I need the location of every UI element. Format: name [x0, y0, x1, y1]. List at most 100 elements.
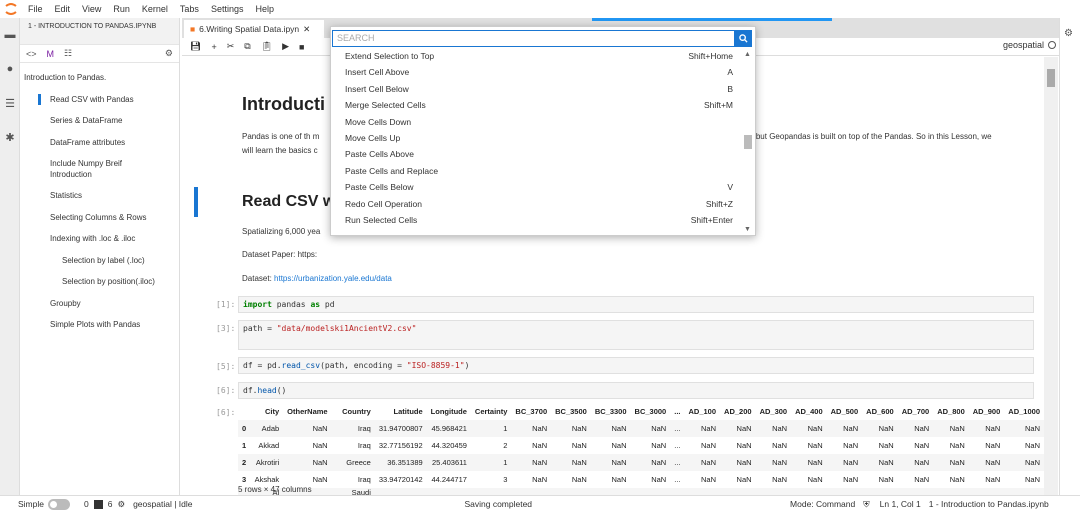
command-label: Insert Cell Above [345, 67, 410, 78]
table-cell: NaN [1024, 424, 1040, 433]
palette-command-item[interactable]: Run Selected Cells Shift+Enter [331, 212, 743, 228]
simple-mode-toggle[interactable] [47, 498, 70, 510]
toc-icon[interactable]: ☰ [0, 86, 20, 120]
save-icon[interactable]: 💾︎ [190, 41, 201, 52]
table-cell: NaN [701, 441, 717, 450]
table-cell: NaN [651, 475, 667, 484]
menu-tabs[interactable]: Tabs [174, 0, 205, 18]
table-header-cell: AD_700 [901, 407, 930, 416]
toc-item[interactable]: Selection by position(.iloc) [20, 271, 179, 293]
close-icon[interactable]: ✕ [303, 24, 310, 35]
add-cell-icon[interactable]: + [211, 42, 216, 52]
numbering-icon[interactable]: ☷ [64, 48, 72, 59]
cursor-position[interactable]: Ln 1, Col 1 [880, 499, 921, 509]
table-cell: Iraq [357, 424, 371, 433]
terminal-icon[interactable] [93, 499, 103, 509]
table-cell: NaN [312, 458, 328, 467]
stop-icon[interactable]: ■ [299, 42, 304, 52]
code-keyword: as [310, 300, 321, 309]
toc-item[interactable]: Series & DataFrame [20, 110, 179, 132]
toc-item[interactable]: Include Numpy Breif Introduction [20, 153, 179, 185]
table-cell: NaN [898, 488, 934, 496]
table-cell: NaN [843, 424, 859, 433]
notebook-tab[interactable]: ■ 6.Writing Spatial Data.ipyn ✕ [184, 20, 324, 38]
settings-icon[interactable]: ⚙ [165, 48, 173, 59]
palette-command-item[interactable]: Redo Cell Operation Shift+Z [331, 196, 743, 212]
code-cell[interactable]: df.head() [238, 382, 1034, 399]
code-text: () [276, 386, 287, 395]
toc-item[interactable]: Selecting Columns & Rows [20, 207, 179, 229]
toc-item[interactable]: Introduction to Pandas. [20, 67, 179, 89]
palette-command-item[interactable]: Paste Cells and Replace [331, 163, 743, 179]
property-inspector-icon[interactable]: ⚙ [1060, 18, 1080, 49]
toc-item[interactable]: Indexing with .loc & .iloc [20, 228, 179, 250]
toc-item-active[interactable]: Read CSV with Pandas [20, 89, 179, 111]
intro-text: will learn the basics c [242, 146, 318, 155]
table-of-contents: 1 - INTRODUCTION TO PANDAS.IPYNB <> M ☷ … [20, 18, 180, 495]
palette-scroll-thumb[interactable] [744, 135, 752, 149]
heading-introduction: Introducti [242, 94, 325, 114]
kernel-indicator[interactable]: geospatial [1003, 40, 1056, 50]
code-toggle-icon[interactable]: <> [26, 49, 37, 59]
palette-command-item[interactable]: Merge Selected Cells Shift+M [331, 97, 743, 113]
table-cell: NaN [532, 441, 548, 450]
code-text: ) [464, 361, 470, 370]
markdown-toggle-icon[interactable]: M [47, 49, 55, 59]
palette-search-input[interactable]: SEARCH [332, 30, 735, 47]
dataset-link[interactable]: https://urbanization.yale.edu/data [274, 274, 392, 283]
menu-view[interactable]: View [76, 0, 107, 18]
table-cell: 1 [242, 441, 247, 450]
copy-icon[interactable]: ⧉ [244, 41, 250, 52]
code-function: read_csv [281, 361, 321, 370]
toc-item[interactable]: Selection by label (.loc) [20, 250, 179, 272]
kernel-icon[interactable]: ⚙ [117, 499, 125, 510]
palette-command-item[interactable]: Paste Cells Above [331, 146, 743, 162]
palette-scrollbar[interactable]: ▲ ▼ [743, 51, 753, 233]
dataframe-table: City OtherName Country Latitude Longitude Cer… [238, 403, 1044, 495]
toc-item[interactable]: DataFrame attributes [20, 132, 179, 154]
menu-run[interactable]: Run [107, 0, 136, 18]
command-label: Paste Cells Above [345, 149, 414, 160]
kernel-status[interactable]: geospatial | Idle [133, 499, 192, 509]
table-cell: NaN [791, 488, 827, 496]
palette-command-item[interactable]: Insert Cell Below B [331, 81, 743, 97]
command-label: Run Selected Cells [345, 214, 418, 225]
palette-command-item[interactable]: Move Cells Up [331, 130, 743, 146]
table-cell: NaN [591, 488, 631, 496]
menu-edit[interactable]: Edit [49, 0, 77, 18]
table-cell: Akrotiri [255, 458, 280, 467]
menu-settings[interactable]: Settings [205, 0, 250, 18]
table-cell: NaN [827, 488, 863, 496]
folder-icon[interactable]: ▬ [0, 18, 20, 52]
toc-item[interactable]: Simple Plots with Pandas [20, 314, 179, 336]
toc-item[interactable]: Groupby [20, 293, 179, 315]
toc-item[interactable]: Statistics [20, 185, 179, 207]
menu-file[interactable]: File [22, 0, 49, 18]
scroll-down-icon[interactable]: ▼ [744, 226, 751, 233]
running-icon[interactable]: ● [0, 52, 20, 86]
extension-icon[interactable]: ✱ [0, 120, 20, 154]
palette-command-item[interactable]: Extend Selection to Top Shift+Home [331, 48, 743, 64]
run-icon[interactable]: ▶ [282, 41, 289, 52]
menu-help[interactable]: Help [249, 0, 280, 18]
palette-command-item[interactable]: Paste Cells Below V [331, 179, 743, 195]
command-shortcut: Shift+M [703, 100, 733, 111]
code-function: head [257, 386, 277, 395]
code-cell[interactable]: path = "data/modelski1AncientV2.csv" [238, 320, 1034, 350]
cut-icon[interactable]: ✂ [227, 41, 235, 52]
table-header-cell: BC_3300 [594, 407, 627, 416]
table-row: 2 Akrotiri NaN Greece 36.351389 25.403611 1 NaN… [238, 454, 1044, 471]
heading-read-csv: Read CSV w [242, 193, 336, 210]
scroll-thumb[interactable] [1047, 69, 1055, 87]
search-icon[interactable] [735, 30, 752, 47]
code-cell[interactable]: import pandas as pd [238, 296, 1034, 313]
cell-prompt: [6]: [216, 386, 236, 395]
scroll-up-icon[interactable]: ▲ [744, 51, 751, 58]
palette-command-item[interactable]: Insert Cell Above A [331, 64, 743, 80]
command-shortcut: Shift+Home [688, 51, 733, 61]
paste-icon[interactable]: 📋︎ [261, 41, 272, 52]
notebook-scrollbar[interactable] [1044, 57, 1058, 495]
menu-kernel[interactable]: Kernel [136, 0, 174, 18]
code-cell[interactable]: df = pd.read_csv(path, encoding = "ISO-8… [238, 357, 1034, 374]
palette-command-item[interactable]: Move Cells Down [331, 114, 743, 130]
